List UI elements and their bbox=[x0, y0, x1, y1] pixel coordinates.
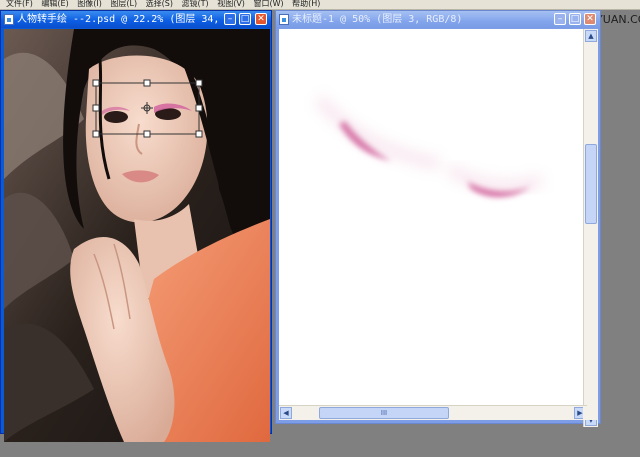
menu-item-view[interactable]: 视图(V) bbox=[217, 0, 245, 8]
scroll-thumb[interactable]: III bbox=[319, 407, 449, 419]
eyeshadow-strokes bbox=[315, 95, 544, 197]
close-icon[interactable]: ✕ bbox=[584, 13, 596, 25]
document-canvas[interactable] bbox=[279, 29, 587, 412]
maximize-icon[interactable]: □ bbox=[239, 13, 251, 25]
window-titlebar[interactable]: 未标题-1 @ 50% (图层 3, RGB/8) – □ ✕ bbox=[276, 11, 600, 28]
window-title: 人物转手绘 --2.psd @ 22.2% (图层 34, ... bbox=[17, 14, 244, 25]
minimize-icon[interactable]: – bbox=[554, 13, 566, 25]
menu-item-select[interactable]: 选择(S) bbox=[146, 0, 173, 8]
scroll-left-icon[interactable]: ◀ bbox=[280, 407, 292, 419]
window-titlebar[interactable]: 人物转手绘 --2.psd @ 22.2% (图层 34, ... – □ ✕ bbox=[1, 11, 271, 28]
close-icon[interactable]: ✕ bbox=[255, 13, 267, 25]
minimize-icon[interactable]: – bbox=[224, 13, 236, 25]
menu-item-image[interactable]: 图像(I) bbox=[77, 0, 102, 8]
scroll-up-icon[interactable]: ▲ bbox=[585, 30, 597, 42]
menu-item-filter[interactable]: 滤镜(T) bbox=[182, 0, 209, 8]
document-icon bbox=[279, 14, 289, 25]
scroll-grip: III bbox=[380, 409, 388, 417]
maximize-icon[interactable]: □ bbox=[569, 13, 581, 25]
window-title: 未标题-1 @ 50% (图层 3, RGB/8) bbox=[292, 14, 463, 25]
document-canvas[interactable] bbox=[4, 29, 270, 442]
horizontal-scrollbar[interactable]: ◀ III ▶ bbox=[279, 405, 587, 420]
vertical-scrollbar[interactable]: ▲ ▼ bbox=[583, 29, 598, 427]
document-icon bbox=[4, 14, 14, 25]
menu-item-edit[interactable]: 编辑(E) bbox=[41, 0, 68, 8]
menu-item-help[interactable]: 帮助(H) bbox=[292, 0, 320, 8]
menu-item-layer[interactable]: 图层(L) bbox=[110, 0, 137, 8]
menu-item-file[interactable]: 文件(F) bbox=[6, 0, 33, 8]
menu-item-window[interactable]: 窗口(W) bbox=[253, 0, 283, 8]
document-window-untitled[interactable]: 未标题-1 @ 50% (图层 3, RGB/8) – □ ✕ ▲ ▼ ◀ II… bbox=[275, 10, 601, 427]
scroll-thumb[interactable] bbox=[585, 144, 597, 224]
resize-grip[interactable] bbox=[583, 406, 597, 420]
document-window-portrait[interactable]: 人物转手绘 --2.psd @ 22.2% (图层 34, ... – □ ✕ bbox=[0, 10, 272, 442]
portrait-image bbox=[4, 29, 270, 442]
menu-bar: 文件(F) 编辑(E) 图像(I) 图层(L) 选择(S) 滤镜(T) 视图(V… bbox=[0, 0, 640, 10]
